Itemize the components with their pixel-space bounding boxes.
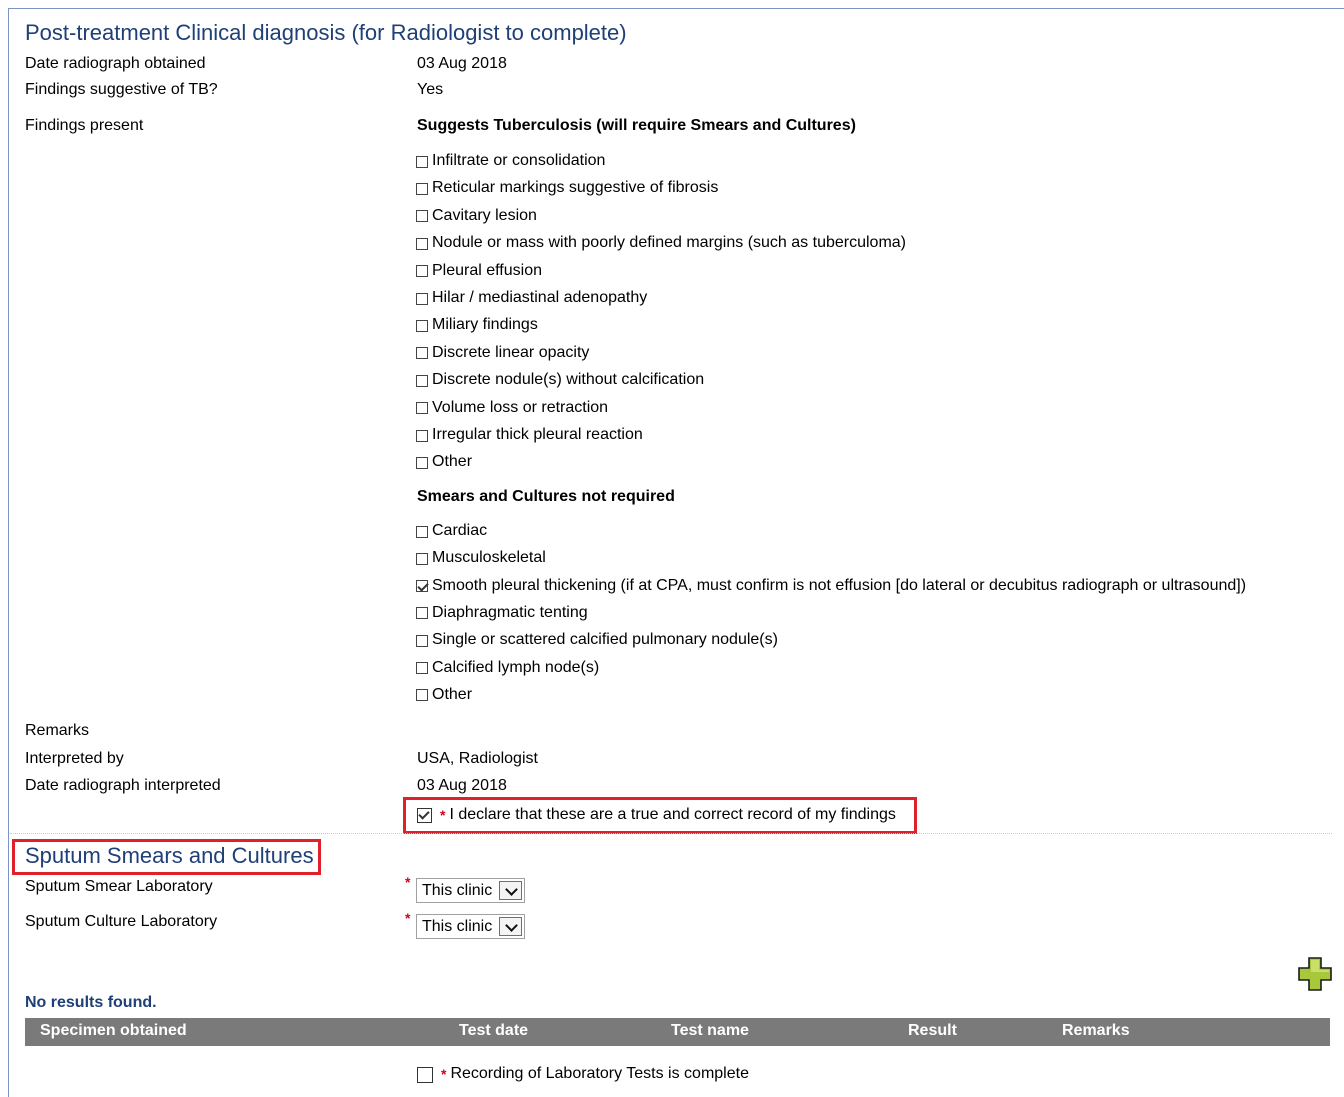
chevron-down-icon[interactable] <box>499 881 522 900</box>
required-asterisk: * <box>440 807 446 823</box>
finding-label: Other <box>432 453 473 471</box>
finding-label: Cavitary lesion <box>432 206 537 224</box>
finding-checkbox[interactable] <box>416 319 428 332</box>
finding-option[interactable]: Pleural effusion <box>416 261 542 281</box>
finding-option[interactable]: Single or scattered calcified pulmonary … <box>416 630 778 650</box>
suggestive-value: Yes <box>417 81 444 98</box>
finding-checkbox[interactable] <box>416 347 428 360</box>
no-results-text: No results found. <box>25 994 157 1011</box>
finding-label: Other <box>432 685 473 703</box>
finding-option[interactable]: Cavitary lesion <box>416 206 537 226</box>
finding-checkbox[interactable] <box>416 237 428 250</box>
date-interpreted-label: Date radiograph interpreted <box>25 777 221 794</box>
declaration-checkbox[interactable] <box>417 808 432 823</box>
declaration-label: I declare that these are a true and corr… <box>449 806 896 823</box>
finding-checkbox[interactable] <box>416 689 428 702</box>
finding-label: Irregular thick pleural reaction <box>432 426 643 443</box>
finding-checkbox[interactable] <box>416 662 428 674</box>
finding-label: Nodule or mass with poorly defined margi… <box>432 234 906 252</box>
col-specimen-obtained[interactable]: Specimen obtained <box>40 1022 187 1040</box>
section-divider <box>10 833 1332 834</box>
finding-option[interactable]: Smooth pleural thickening (if at CPA, mu… <box>416 576 1246 596</box>
finding-option[interactable]: Nodule or mass with poorly defined margi… <box>416 233 906 253</box>
finding-checkbox[interactable] <box>416 374 428 387</box>
finding-label: Hilar / mediastinal adenopathy <box>432 289 648 306</box>
finding-checkbox[interactable] <box>416 292 428 305</box>
finding-option[interactable]: Discrete nodule(s) without calcification <box>416 370 704 390</box>
section-title-sputum: Sputum Smears and Cultures <box>25 843 314 868</box>
finding-checkbox[interactable] <box>416 429 428 442</box>
finding-option[interactable]: Irregular thick pleural reaction <box>416 425 643 445</box>
finding-label: Calcified lymph node(s) <box>432 658 600 676</box>
finding-checkbox[interactable] <box>416 552 428 565</box>
finding-checkbox[interactable] <box>416 634 428 647</box>
required-asterisk: * <box>405 910 411 926</box>
declaration-row: * I declare that these are a true and co… <box>417 806 896 824</box>
results-table-header: Specimen obtained Test date Test name Re… <box>25 1018 1330 1046</box>
group-not-required-title: Smears and Cultures not required <box>417 488 675 505</box>
finding-option[interactable]: Other <box>416 452 472 472</box>
smear-lab-label: Sputum Smear Laboratory <box>25 878 213 895</box>
finding-checkbox[interactable] <box>416 607 428 620</box>
suggestive-label: Findings suggestive of TB? <box>25 81 218 98</box>
finding-label: Infiltrate or consolidation <box>432 152 606 169</box>
finding-label: Discrete linear opacity <box>432 343 590 361</box>
finding-label: Miliary findings <box>432 316 538 334</box>
finding-option[interactable]: Diaphragmatic tenting <box>416 603 588 623</box>
finding-option[interactable]: Volume loss or retraction <box>416 398 608 418</box>
required-asterisk: * <box>405 874 411 890</box>
finding-label: Pleural effusion <box>432 261 542 279</box>
interpreted-by-value: USA, Radiologist <box>417 750 538 767</box>
finding-checkbox[interactable] <box>416 456 428 469</box>
col-test-date[interactable]: Test date <box>459 1022 528 1040</box>
finding-checkbox[interactable] <box>416 155 428 168</box>
finding-label: Cardiac <box>432 522 488 539</box>
finding-label: Volume loss or retraction <box>432 398 609 416</box>
finding-label: Discrete nodule(s) without calcification <box>432 371 705 389</box>
finding-label: Musculoskeletal <box>432 549 546 567</box>
tests-complete-checkbox[interactable] <box>417 1066 433 1083</box>
tests-complete-label: Recording of Laboratory Tests is complet… <box>450 1065 749 1082</box>
interpreted-by-label: Interpreted by <box>25 750 124 767</box>
finding-option[interactable]: Other <box>416 685 472 705</box>
culture-lab-value: This clinic <box>422 917 493 935</box>
section-title-clinical: Post-treatment Clinical diagnosis (for R… <box>25 20 627 45</box>
finding-label: Single or scattered calcified pulmonary … <box>432 631 778 649</box>
col-remarks[interactable]: Remarks <box>1062 1022 1130 1040</box>
finding-option[interactable]: Miliary findings <box>416 315 538 335</box>
chevron-down-icon[interactable] <box>499 917 522 936</box>
date-obtained-value: 03 Aug 2018 <box>417 55 507 72</box>
complete-row: * Recording of Laboratory Tests is compl… <box>417 1065 749 1083</box>
finding-label: Smooth pleural thickening (if at CPA, mu… <box>432 576 1247 594</box>
finding-option[interactable]: Cardiac <box>416 521 487 541</box>
culture-lab-label: Sputum Culture Laboratory <box>25 913 218 930</box>
finding-option[interactable]: Calcified lymph node(s) <box>416 658 599 678</box>
finding-checkbox[interactable] <box>416 580 428 593</box>
add-result-plus-icon[interactable] <box>1298 957 1332 991</box>
finding-option[interactable]: Hilar / mediastinal adenopathy <box>416 288 647 308</box>
finding-checkbox[interactable] <box>416 265 428 278</box>
finding-label: Reticular markings suggestive of fibrosi… <box>432 179 719 197</box>
finding-option[interactable]: Infiltrate or consolidation <box>416 151 605 171</box>
col-test-name[interactable]: Test name <box>671 1022 749 1040</box>
finding-label: Diaphragmatic tenting <box>432 603 588 621</box>
form-frame <box>8 8 1344 1097</box>
col-result[interactable]: Result <box>908 1022 957 1040</box>
required-asterisk: * <box>441 1066 447 1082</box>
finding-checkbox[interactable] <box>416 402 428 415</box>
culture-lab-select[interactable]: This clinic <box>416 914 525 939</box>
finding-option[interactable]: Reticular markings suggestive of fibrosi… <box>416 178 718 198</box>
finding-option[interactable]: Discrete linear opacity <box>416 343 589 363</box>
finding-checkbox[interactable] <box>416 182 428 195</box>
smear-lab-select[interactable]: This clinic <box>416 878 525 903</box>
date-obtained-label: Date radiograph obtained <box>25 55 206 72</box>
date-interpreted-value: 03 Aug 2018 <box>417 777 507 794</box>
findings-present-label: Findings present <box>25 117 144 134</box>
remarks-label: Remarks <box>25 722 90 739</box>
finding-option[interactable]: Musculoskeletal <box>416 548 546 568</box>
group-tb-title: Suggests Tuberculosis (will require Smea… <box>417 117 856 134</box>
finding-checkbox[interactable] <box>416 525 428 538</box>
finding-checkbox[interactable] <box>416 210 428 223</box>
smear-lab-value: This clinic <box>422 881 493 899</box>
